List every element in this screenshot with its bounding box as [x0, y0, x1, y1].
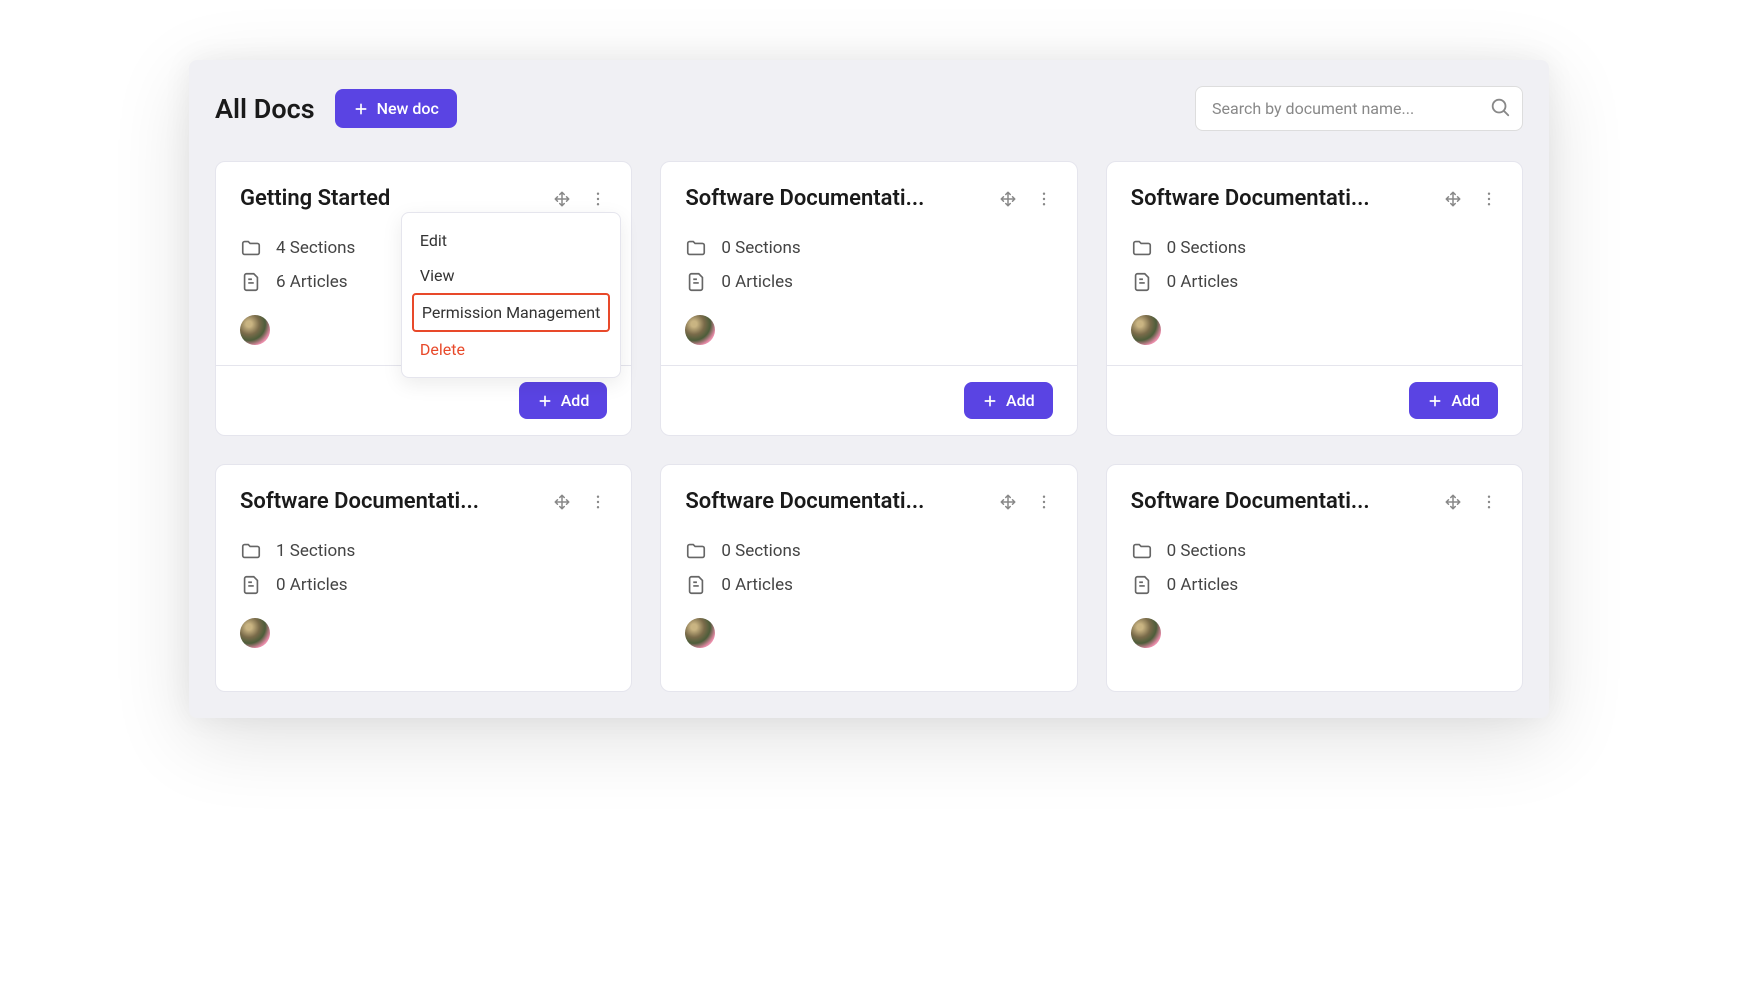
doc-card: Getting Started 4 Sections 6 Articles — [215, 161, 632, 436]
folder-icon — [240, 237, 262, 259]
add-button[interactable]: Add — [519, 382, 608, 419]
document-icon — [685, 271, 707, 293]
search-box — [1195, 86, 1523, 131]
move-icon[interactable] — [1444, 493, 1462, 511]
doc-title: Software Documentati... — [1131, 186, 1370, 211]
doc-title: Software Documentati... — [685, 489, 924, 514]
document-icon — [240, 574, 262, 596]
more-icon[interactable] — [1035, 190, 1053, 208]
folder-icon — [685, 237, 707, 259]
menu-permission-management[interactable]: Permission Management — [412, 293, 610, 332]
sections-stat: 0 Sections — [685, 237, 1052, 259]
add-label: Add — [1451, 391, 1480, 410]
plus-icon — [982, 393, 998, 409]
add-button[interactable]: Add — [964, 382, 1053, 419]
doc-card: Software Documentati... 0 Sections 0 Art… — [1106, 161, 1523, 436]
more-icon[interactable] — [1480, 190, 1498, 208]
sections-text: 4 Sections — [276, 238, 355, 258]
add-label: Add — [1006, 391, 1035, 410]
doc-card: Software Documentati... 0 Sections 0 Art… — [660, 161, 1077, 436]
more-icon[interactable] — [1480, 493, 1498, 511]
new-doc-button[interactable]: New doc — [335, 89, 457, 128]
sections-stat: 1 Sections — [240, 540, 607, 562]
sections-text: 0 Sections — [721, 238, 800, 258]
articles-stat: 0 Articles — [685, 574, 1052, 596]
folder-icon — [685, 540, 707, 562]
articles-text: 0 Articles — [721, 272, 793, 292]
page-title: All Docs — [215, 93, 315, 125]
app-frame: All Docs New doc Getting Started — [189, 60, 1549, 718]
avatar — [1131, 618, 1161, 648]
articles-text: 0 Articles — [721, 575, 793, 595]
avatar — [1131, 315, 1161, 345]
doc-card: Software Documentati... 0 Sections 0 Art… — [1106, 464, 1523, 692]
sections-text: 0 Sections — [1167, 238, 1246, 258]
move-icon[interactable] — [999, 493, 1017, 511]
plus-icon — [537, 393, 553, 409]
folder-icon — [1131, 237, 1153, 259]
docs-grid: Getting Started 4 Sections 6 Articles — [189, 161, 1549, 718]
articles-text: 6 Articles — [276, 272, 348, 292]
avatar — [685, 618, 715, 648]
doc-title: Getting Started — [240, 186, 390, 211]
sections-stat: 0 Sections — [1131, 237, 1498, 259]
doc-title: Software Documentati... — [685, 186, 924, 211]
plus-icon — [353, 101, 369, 117]
articles-text: 0 Articles — [1167, 272, 1239, 292]
avatar — [240, 618, 270, 648]
doc-card: Software Documentati... 0 Sections 0 Art… — [660, 464, 1077, 692]
more-icon[interactable] — [589, 190, 607, 208]
articles-stat: 0 Articles — [685, 271, 1052, 293]
sections-text: 0 Sections — [721, 541, 800, 561]
doc-card: Software Documentati... 1 Sections 0 Art… — [215, 464, 632, 692]
move-icon[interactable] — [1444, 190, 1462, 208]
add-button[interactable]: Add — [1409, 382, 1498, 419]
avatar — [240, 315, 270, 345]
move-icon[interactable] — [553, 493, 571, 511]
card-menu: Edit View Permission Management Delete — [401, 212, 621, 378]
new-doc-label: New doc — [377, 99, 439, 118]
menu-delete[interactable]: Delete — [412, 332, 610, 367]
articles-stat: 0 Articles — [1131, 271, 1498, 293]
more-icon[interactable] — [1035, 493, 1053, 511]
document-icon — [1131, 271, 1153, 293]
articles-text: 0 Articles — [1167, 575, 1239, 595]
avatar — [685, 315, 715, 345]
plus-icon — [1427, 393, 1443, 409]
move-icon[interactable] — [999, 190, 1017, 208]
search-input[interactable] — [1195, 86, 1523, 131]
doc-title: Software Documentati... — [240, 489, 479, 514]
add-label: Add — [561, 391, 590, 410]
document-icon — [240, 271, 262, 293]
search-icon — [1489, 96, 1511, 122]
menu-view[interactable]: View — [412, 258, 610, 293]
document-icon — [1131, 574, 1153, 596]
menu-edit[interactable]: Edit — [412, 223, 610, 258]
doc-title: Software Documentati... — [1131, 489, 1370, 514]
page-header: All Docs New doc — [189, 60, 1549, 161]
header-left: All Docs New doc — [215, 89, 457, 128]
sections-stat: 0 Sections — [685, 540, 1052, 562]
articles-stat: 0 Articles — [240, 574, 607, 596]
sections-text: 0 Sections — [1167, 541, 1246, 561]
articles-text: 0 Articles — [276, 575, 348, 595]
sections-text: 1 Sections — [276, 541, 355, 561]
document-icon — [685, 574, 707, 596]
folder-icon — [240, 540, 262, 562]
move-icon[interactable] — [553, 190, 571, 208]
sections-stat: 0 Sections — [1131, 540, 1498, 562]
articles-stat: 0 Articles — [1131, 574, 1498, 596]
folder-icon — [1131, 540, 1153, 562]
more-icon[interactable] — [589, 493, 607, 511]
